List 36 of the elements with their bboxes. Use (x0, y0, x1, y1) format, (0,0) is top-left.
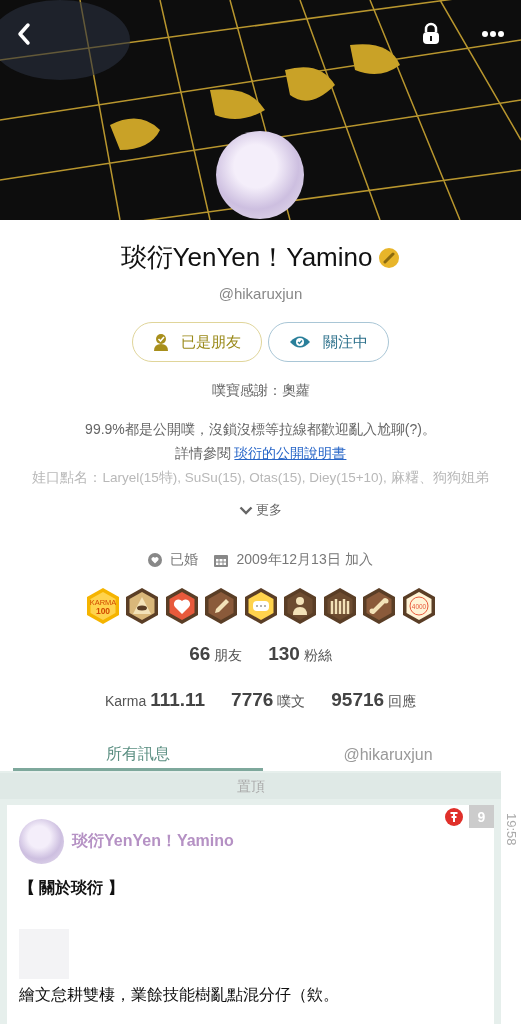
post-body: 繪文怠耕雙棲，業餘技能樹亂點混分仔（欸。 (19, 985, 340, 1005)
stat-text: Karma 111.11 (105, 689, 206, 711)
bio-line: 娃口點名：Laryel(15特), SuSu(15), Otas(15), Diey(15+10), 麻糬、狗狗姐弟 (32, 469, 489, 487)
badge-icon[interactable] (360, 587, 398, 625)
friend-button[interactable]: 已是朋友 (132, 322, 262, 362)
post-title: 【 關於琰衍 】 (19, 878, 125, 898)
stat-text: 66 朋友 (189, 643, 243, 665)
display-name: 琰衍YenYen！Yamino (120, 241, 373, 274)
thanks-text: 噗寶感謝：奧蘿 (211, 382, 310, 400)
pinned-header: 置頂 (0, 773, 501, 799)
eye-icon (289, 335, 311, 349)
badge-icon[interactable] (281, 587, 319, 625)
guide-link[interactable]: 琰衍的公開說明書 (234, 445, 347, 461)
lock-icon[interactable] (421, 22, 441, 46)
handle: @hikaruxjun (218, 285, 303, 302)
joined-text: 2009年12月13日 加入 (236, 551, 373, 569)
bio-line: 詳情參閱 琰衍的公開說明書 (174, 444, 347, 463)
calendar-icon (214, 553, 229, 567)
more-icon[interactable] (481, 30, 505, 38)
author-avatar (19, 819, 64, 864)
person-check-icon (153, 333, 169, 351)
bio-line: 99.9%都是公開噗，沒鎖沒標等拉線都歡迎亂入尬聊(?)。 (85, 420, 436, 439)
stat-text: 95716 回應 (331, 689, 416, 711)
badge-icon[interactable] (123, 587, 161, 625)
more-button[interactable]: 更多 (237, 499, 284, 521)
chevron-down-icon (239, 505, 253, 515)
back-icon[interactable] (16, 22, 32, 46)
relationship-text: 已婚 (170, 551, 199, 569)
tab[interactable]: @hikaruxjun (263, 741, 513, 771)
stat-text: 7776 噗文 (231, 689, 306, 711)
post-time: 19:58 (503, 813, 519, 846)
medal-icon (378, 246, 401, 269)
stat-text: 130 粉絲 (268, 643, 332, 665)
follow-button[interactable]: 關注中 (268, 322, 389, 362)
author-name[interactable]: 琰衍YenYen！Yamino (72, 831, 234, 852)
badge-icon[interactable] (202, 587, 240, 625)
